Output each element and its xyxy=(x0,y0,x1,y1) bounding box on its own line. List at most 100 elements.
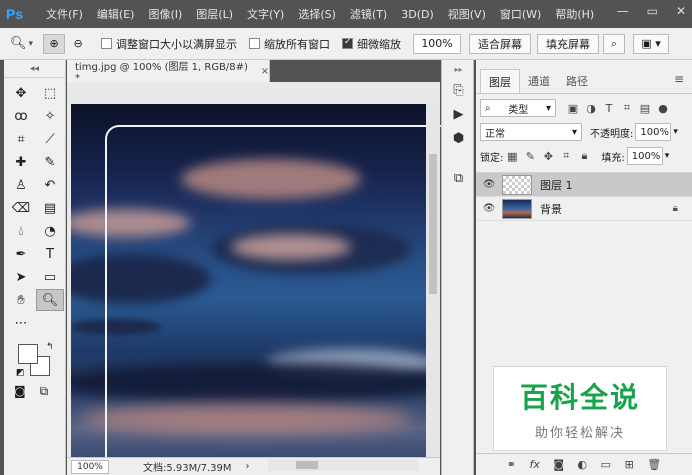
history-panel-icon[interactable]: ⎘ xyxy=(442,78,475,102)
link-layers-icon[interactable]: ⚭ xyxy=(507,458,516,471)
minimize-icon[interactable]: — xyxy=(617,4,629,18)
pen-tool-icon[interactable]: ✒ xyxy=(7,243,35,265)
watermark-logo: 百科全说 助你轻松解决 xyxy=(493,366,667,451)
eye-icon[interactable]: 👁︎ xyxy=(476,203,502,214)
rectangle-tool-icon[interactable]: ▭ xyxy=(36,266,64,288)
menu-filter[interactable]: 滤镜(T) xyxy=(350,6,387,22)
tab-layers[interactable]: 图层 xyxy=(480,69,520,93)
fx-icon[interactable]: fx xyxy=(529,458,539,471)
eyedropper-tool-icon[interactable]: ⟋ xyxy=(36,128,64,150)
eraser-tool-icon[interactable]: ⌫ xyxy=(7,197,35,219)
vertical-scrollbar[interactable] xyxy=(426,104,440,457)
chevron-down-icon[interactable]: ▾ xyxy=(665,151,670,161)
3d-panel-icon[interactable]: ⬢ xyxy=(442,126,475,150)
menu-3d[interactable]: 3D(D) xyxy=(401,8,434,21)
layer-row-background[interactable]: 👁︎ 背景 🔒︎ xyxy=(476,197,692,221)
maximize-icon[interactable]: ▭ xyxy=(647,4,658,18)
menu-layer[interactable]: 图层(L) xyxy=(196,6,233,22)
lasso-tool-icon[interactable]: ꝏ xyxy=(7,105,35,127)
workspace-switcher[interactable]: ▣ ▾ xyxy=(633,33,670,54)
dodge-tool-icon[interactable]: ◔ xyxy=(36,220,64,242)
zoom-value-field[interactable]: 100% xyxy=(413,33,462,54)
lock-image-icon[interactable]: ✎ xyxy=(521,150,539,163)
menu-window[interactable]: 窗口(W) xyxy=(500,6,541,22)
foreground-color-swatch[interactable] xyxy=(18,344,38,364)
properties-panel-icon[interactable]: ⧉ xyxy=(442,166,475,190)
tab-channels[interactable]: 通道 xyxy=(520,69,558,93)
default-colors-icon[interactable]: ◩ xyxy=(16,368,25,378)
close-icon[interactable]: ✕ xyxy=(676,4,686,18)
brush-tool-icon[interactable]: ✎ xyxy=(36,151,64,173)
type-tool-icon[interactable]: T xyxy=(36,243,64,265)
zoom-out-button[interactable]: ⊖ xyxy=(67,34,89,54)
menu-file[interactable]: 文件(F) xyxy=(46,6,83,22)
menu-edit[interactable]: 编辑(E) xyxy=(97,6,135,22)
scrubby-zoom-checkbox[interactable]: 细微缩放 xyxy=(342,36,401,52)
fit-screen-button[interactable]: 适合屏幕 xyxy=(469,33,532,54)
document-tab[interactable]: timg.jpg @ 100% (图层 1, RGB/8#) * × xyxy=(67,60,270,84)
gradient-tool-icon[interactable]: ▤ xyxy=(36,197,64,219)
lock-artboard-icon[interactable]: ⌗ xyxy=(557,149,575,163)
lock-position-icon[interactable]: ✥ xyxy=(539,150,557,163)
menu-type[interactable]: 文字(Y) xyxy=(247,6,284,22)
add-mask-icon[interactable]: ◙ xyxy=(553,458,564,471)
filter-shape-icon[interactable]: ⌗ xyxy=(618,101,636,115)
zoom-in-button[interactable]: ⊕ xyxy=(43,33,66,54)
screen-mode-icon[interactable]: ⧉ xyxy=(40,384,49,399)
menu-select[interactable]: 选择(S) xyxy=(298,6,336,22)
menu-view[interactable]: 视图(V) xyxy=(448,6,486,22)
lock-all-icon[interactable]: 🔒︎ xyxy=(575,149,593,163)
blend-mode-select[interactable]: 正常 ▾ xyxy=(480,123,582,141)
more-tools-icon[interactable]: ⋯ xyxy=(7,312,35,334)
panel-menu-icon[interactable]: ≡ xyxy=(674,72,684,86)
swap-colors-icon[interactable]: ↰ xyxy=(46,342,54,352)
eye-icon[interactable]: 👁︎ xyxy=(476,179,502,190)
menu-image[interactable]: 图像(I) xyxy=(148,6,182,22)
layer-row-layer1[interactable]: 👁︎ 图层 1 xyxy=(476,173,692,197)
move-tool-icon[interactable]: ✥ xyxy=(7,82,35,104)
zoom-tool-preset-icon[interactable]: 🔍︎ xyxy=(10,36,27,51)
search-icon[interactable]: ⌕ xyxy=(603,33,626,54)
dropdown-arrow-icon[interactable]: ▾ xyxy=(29,39,34,49)
filter-smart-object-icon[interactable]: ▤ xyxy=(636,102,654,115)
filter-toggle-icon[interactable]: ● xyxy=(654,102,672,115)
new-layer-icon[interactable]: ⊞ xyxy=(625,458,634,471)
zoom-tool-icon[interactable]: 🔍︎ xyxy=(36,289,64,311)
status-zoom-field[interactable]: 100% xyxy=(71,459,109,474)
tab-paths[interactable]: 路径 xyxy=(558,69,596,93)
new-group-icon[interactable]: ▭ xyxy=(601,458,611,471)
filter-adjustment-icon[interactable]: ◑ xyxy=(582,102,600,115)
crop-tool-icon[interactable]: ⌗ xyxy=(7,128,35,150)
actions-play-icon[interactable]: ▶ xyxy=(442,102,475,126)
zoom-all-windows-checkbox[interactable]: 缩放所有窗口 xyxy=(249,36,330,52)
quick-mask-icon[interactable]: ◙ xyxy=(14,384,26,399)
layer-filter-row: ⌕ 类型 ▾ ▣ ◑ T ⌗ ▤ ● xyxy=(476,96,692,120)
lock-transparent-icon[interactable]: ▦ xyxy=(503,150,521,163)
chevron-down-icon[interactable]: ▾ xyxy=(673,127,678,137)
delete-layer-icon[interactable]: 🗑︎ xyxy=(647,458,661,471)
path-selection-tool-icon[interactable]: ➤ xyxy=(7,266,35,288)
magic-wand-tool-icon[interactable]: ✧ xyxy=(36,105,64,127)
layer-kind-filter[interactable]: ⌕ 类型 ▾ xyxy=(480,99,556,117)
panel-collapse-handle[interactable]: ▸▸ xyxy=(442,60,475,78)
clone-stamp-tool-icon[interactable]: ♙ xyxy=(7,174,35,196)
menu-help[interactable]: 帮助(H) xyxy=(555,6,594,22)
adjustment-layer-icon[interactable]: ◐ xyxy=(578,458,588,471)
opacity-field[interactable]: 100% xyxy=(635,123,672,141)
tools-collapse-handle[interactable]: ◂◂ xyxy=(4,60,65,78)
healing-brush-tool-icon[interactable]: ✚ xyxy=(7,151,35,173)
marquee-tool-icon[interactable]: ⬚ xyxy=(36,82,64,104)
history-brush-tool-icon[interactable]: ↶ xyxy=(36,174,64,196)
close-tab-icon[interactable]: × xyxy=(261,66,269,77)
fill-screen-button[interactable]: 填充屏幕 xyxy=(537,33,600,54)
vertical-scroll-thumb[interactable] xyxy=(429,154,437,294)
horizontal-scrollbar[interactable] xyxy=(268,459,418,471)
hand-tool-icon[interactable]: ✋︎ xyxy=(7,289,35,311)
fill-field[interactable]: 100% xyxy=(626,147,663,165)
resize-windows-checkbox[interactable]: 调整窗口大小以满屏显示 xyxy=(101,36,237,52)
status-menu-arrow-icon[interactable]: › xyxy=(246,461,250,472)
filter-type-icon[interactable]: T xyxy=(600,102,618,115)
filter-pixel-icon[interactable]: ▣ xyxy=(564,102,582,115)
blur-tool-icon[interactable]: 💧︎ xyxy=(7,220,35,242)
horizontal-scroll-thumb[interactable] xyxy=(296,461,318,469)
